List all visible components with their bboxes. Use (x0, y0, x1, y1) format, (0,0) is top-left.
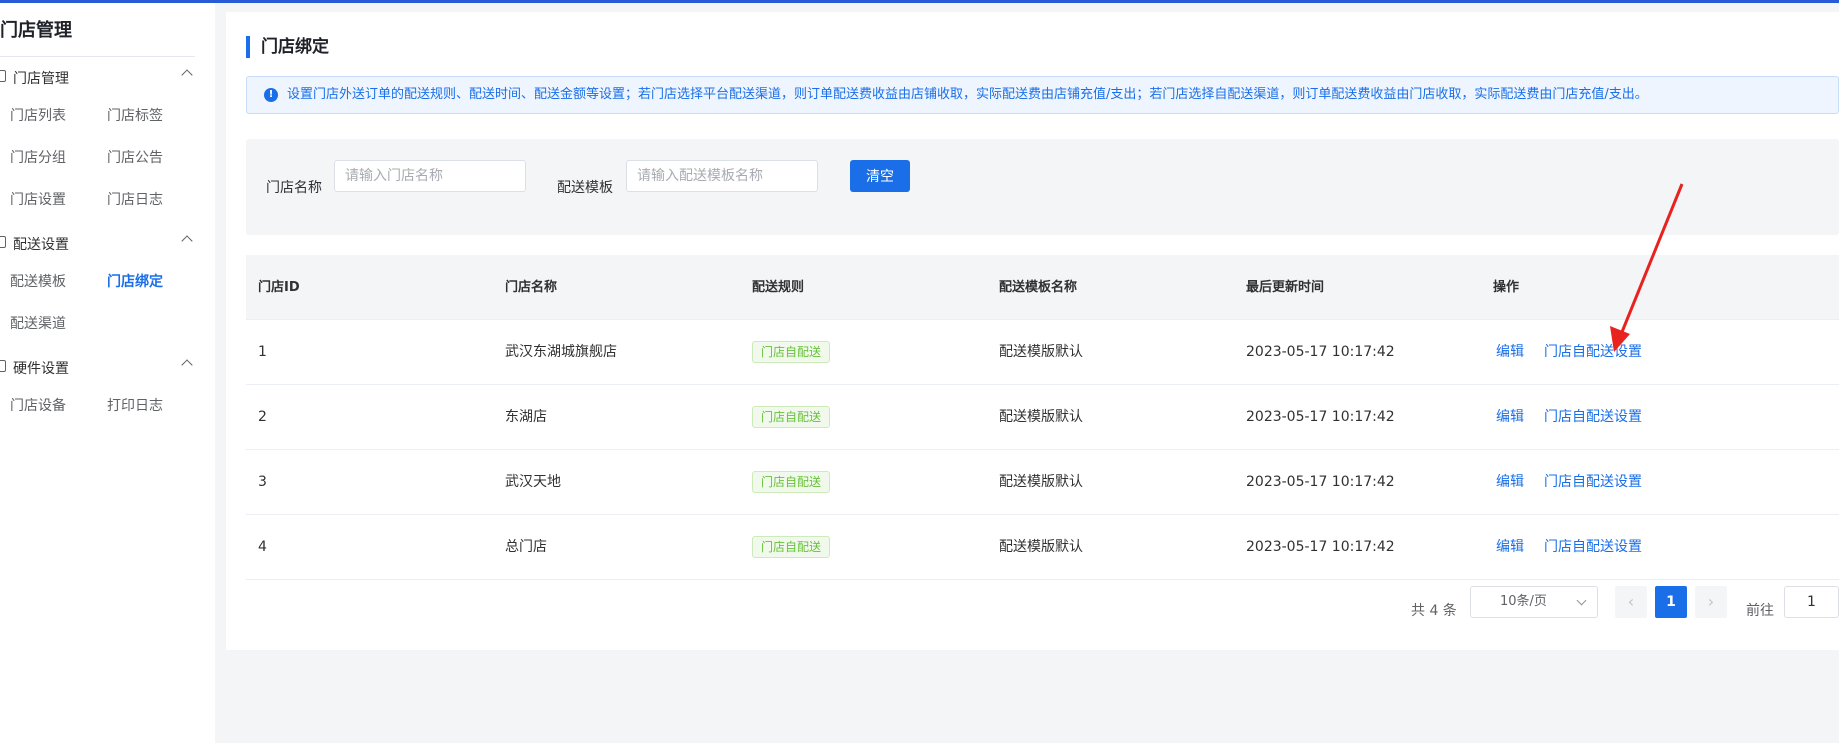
goto-label: 前往 (1746, 603, 1774, 619)
page-number-current[interactable]: 1 (1655, 586, 1687, 618)
page-size-value: 10条/页 (1500, 594, 1547, 609)
next-page-button[interactable]: › (1695, 586, 1727, 618)
pagination-total: 共 4 条 (1411, 603, 1457, 619)
page-size-select[interactable]: 10条/页 (1470, 586, 1598, 618)
prev-page-button[interactable]: ‹ (1615, 586, 1647, 618)
pagination: 共 4 条 10条/页 ‹ 1 › 前往 (0, 0, 1839, 743)
goto-page-input[interactable] (1784, 586, 1839, 618)
chevron-down-icon (1576, 595, 1587, 606)
main-content: 门店绑定 ! 设置门店外送订单的配送规则、配送时间、配送金额等设置；若门店选择平… (226, 12, 1839, 650)
